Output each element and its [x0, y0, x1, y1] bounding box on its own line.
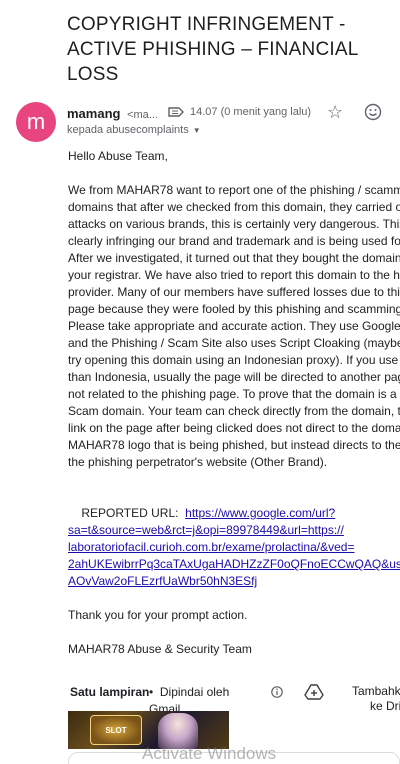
- email-body: Hello Abuse Team, We from MAHAR78 want t…: [68, 148, 400, 675]
- body-line: and the Phishing / Scam Site also uses S…: [68, 336, 400, 350]
- activate-windows-watermark: Activate Windows: [142, 744, 277, 763]
- reported-url-link-line[interactable]: AOvVaw2oFLEzrfUaWbr50hN3ESfj: [68, 574, 257, 588]
- body-line: attacks on various brands, this is certa…: [68, 217, 400, 231]
- attachment-count: Satu lampiran: [70, 685, 150, 699]
- drive-add-icon[interactable]: [304, 684, 324, 700]
- reported-url-label: REPORTED URL:: [81, 506, 179, 520]
- email-subject: COPYRIGHT INFRINGEMENT - ACTIVE PHISHING…: [67, 14, 358, 85]
- sender-line[interactable]: mamang <ma...: [67, 106, 158, 121]
- add-to-drive-button[interactable]: Tambahkan ke Drive: [344, 684, 400, 714]
- timestamp: 14.07 (0 menit yang lalu): [190, 106, 312, 118]
- chevron-down-icon[interactable]: ▼: [193, 126, 201, 135]
- body-line: link on the page after being clicked doe…: [68, 421, 400, 435]
- body-line: page because they were fooled by this ph…: [68, 302, 400, 316]
- greeting: Hello Abuse Team,: [68, 149, 168, 163]
- label-icon[interactable]: [168, 106, 184, 118]
- recipient-label: kepada abusecomplaints: [67, 124, 189, 136]
- reported-url-link-line[interactable]: laboratoriofacil.curioh.com.br/exame/pro…: [68, 540, 354, 554]
- recipient-details-toggle[interactable]: kepada abusecomplaints ▼: [67, 124, 201, 136]
- reported-url-link-line[interactable]: sa=t&source=web&rct=j&opi=89978449&url=h…: [68, 523, 344, 537]
- body-line: provider. Many of our members have suffe…: [68, 285, 400, 299]
- emoji-react-icon[interactable]: [364, 103, 382, 121]
- star-icon[interactable]: ☆: [327, 102, 343, 122]
- signature: MAHAR78 Abuse & Security Team: [68, 642, 252, 656]
- body-line: Please take appropriate and accurate act…: [68, 319, 400, 333]
- body-line: the phishing perpetrator's website (Othe…: [68, 455, 328, 469]
- reported-url-block: REPORTED URL: https://www.google.com/url…: [68, 488, 400, 590]
- body-line: We from MAHAR78 want to report one of th…: [68, 183, 400, 197]
- body-line: your registrar. We have also tried to re…: [68, 268, 400, 282]
- sender-name[interactable]: mamang: [67, 106, 120, 121]
- info-icon[interactable]: [271, 686, 283, 698]
- body-line: than Indonesia, usually the page will be…: [68, 370, 400, 384]
- thanks-line: Thank you for your prompt action.: [68, 608, 248, 622]
- body-line: not related to the phishing page. To pro…: [68, 387, 400, 401]
- sender-avatar[interactable]: m: [16, 102, 56, 142]
- body-line: clearly infringing our brand and tradema…: [68, 234, 400, 248]
- reported-url-link[interactable]: https://www.google.com/url?: [185, 506, 335, 520]
- body-line: domains that after we checked from this …: [68, 200, 400, 214]
- thumbnail-logo: SLOT GACOR: [90, 715, 142, 745]
- body-line: MAHAR78 logo that is being phished, but …: [68, 438, 400, 452]
- reported-url-link-line[interactable]: 2ahUKEwibrrPq3caTAxUgaHADHZzZF0oQFnoECCw…: [68, 557, 400, 571]
- sender-email[interactable]: <ma...: [127, 109, 158, 121]
- body-paragraph: We from MAHAR78 want to report one of th…: [68, 182, 400, 471]
- body-line: try opening this domain using an Indones…: [68, 353, 400, 367]
- bullet: •: [149, 685, 154, 699]
- body-line: After we investigated, it turned out tha…: [68, 251, 400, 265]
- attachments-header: Satu lampiran • Dipindai oleh Gmail Tamb…: [67, 684, 400, 716]
- body-line: Scam domain. Your team can check directl…: [68, 404, 400, 418]
